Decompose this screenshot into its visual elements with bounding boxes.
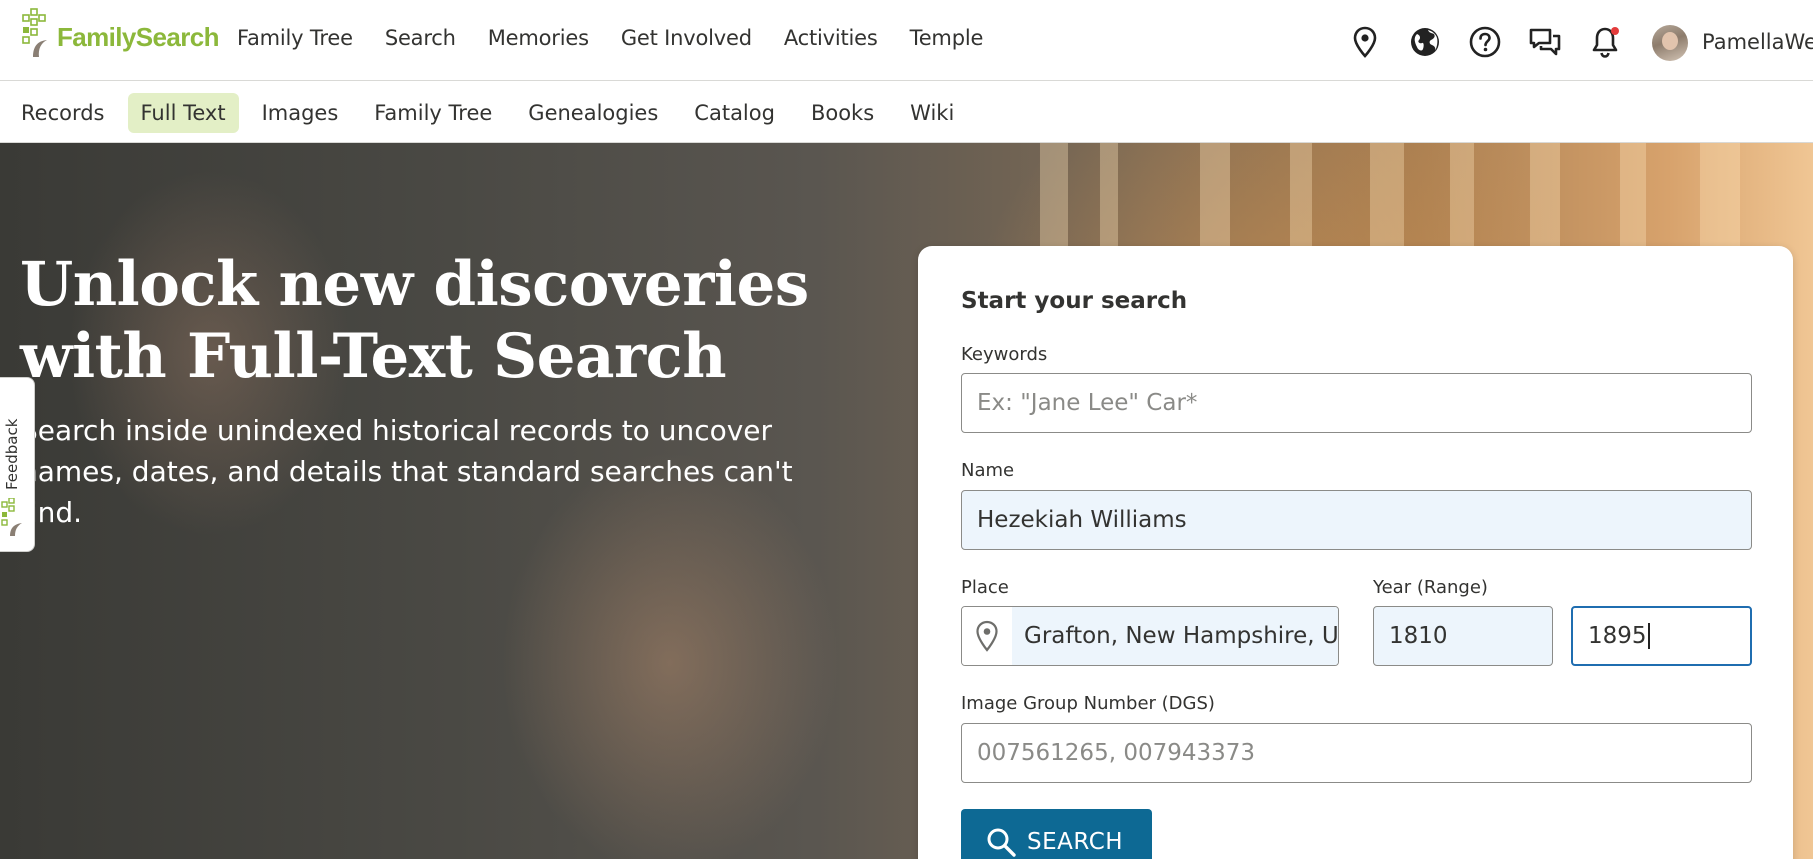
subnav-records[interactable]: Records (8, 93, 118, 133)
subnav-wiki[interactable]: Wiki (897, 93, 967, 133)
avatar[interactable] (1652, 25, 1688, 61)
location-pin-icon[interactable] (1347, 24, 1383, 60)
keywords-input[interactable]: Ex: "Jane Lee" Car* (961, 373, 1752, 433)
top-header: FamilySearch Family Tree Search Memories… (0, 0, 1813, 81)
nav-temple[interactable]: Temple (910, 26, 984, 50)
help-icon[interactable] (1467, 24, 1503, 60)
logo-wordmark: FamilySearch (57, 21, 220, 52)
tree-logo-icon (1, 498, 22, 536)
familysearch-logo[interactable]: FamilySearch (21, 6, 220, 60)
notification-dot (1611, 27, 1619, 35)
place-label: Place (961, 577, 1009, 598)
subnav-genealogies[interactable]: Genealogies (515, 93, 671, 133)
dgs-label: Image Group Number (DGS) (961, 693, 1215, 714)
search-button[interactable]: SEARCH (961, 809, 1152, 859)
subnav-family-tree[interactable]: Family Tree (361, 93, 505, 133)
chat-icon[interactable] (1527, 24, 1563, 60)
subnav-images[interactable]: Images (249, 93, 352, 133)
place-input[interactable]: Grafton, New Hampshire, U (961, 606, 1339, 666)
feedback-tab[interactable]: Feedback (0, 377, 35, 552)
year-range-label: Year (Range) (1373, 577, 1488, 598)
search-button-label: SEARCH (1027, 829, 1124, 855)
username[interactable]: PamellaWe (1702, 30, 1813, 54)
dgs-input[interactable]: 007561265, 007943373 (961, 723, 1752, 783)
search-card: Start your search Keywords Ex: "Jane Lee… (918, 246, 1793, 859)
nav-activities[interactable]: Activities (784, 26, 878, 50)
search-card-title: Start your search (961, 288, 1188, 314)
globe-icon[interactable] (1407, 24, 1443, 60)
subnav-catalog[interactable]: Catalog (681, 93, 788, 133)
name-value: Hezekiah Williams (977, 507, 1187, 533)
nav-search[interactable]: Search (385, 26, 456, 50)
bell-icon[interactable] (1587, 24, 1623, 60)
keywords-label: Keywords (961, 344, 1048, 365)
year-from-input[interactable]: 1810 (1373, 606, 1553, 666)
header-icons (1347, 24, 1647, 60)
name-input[interactable]: Hezekiah Williams (961, 490, 1752, 550)
hero-subtitle: Search inside unindexed historical recor… (20, 414, 793, 529)
year-to-value: 1895 (1588, 623, 1647, 649)
text-caret (1647, 623, 1650, 649)
hero-title: Unlock new discoveries with Full-Text Se… (20, 249, 809, 392)
nav-family-tree[interactable]: Family Tree (237, 26, 353, 50)
hero-banner: Unlock new discoveries with Full-Text Se… (0, 143, 1813, 859)
nav-get-involved[interactable]: Get Involved (621, 26, 752, 50)
subnav-books[interactable]: Books (798, 93, 887, 133)
subnav-full-text[interactable]: Full Text (127, 93, 239, 133)
year-to-input[interactable]: 1895 (1571, 606, 1752, 666)
year-from-value: 1810 (1389, 623, 1448, 649)
main-nav: Family Tree Search Memories Get Involved… (237, 26, 1015, 50)
tree-logo-icon (22, 8, 47, 57)
feedback-label: Feedback (3, 418, 21, 490)
nav-memories[interactable]: Memories (488, 26, 589, 50)
place-value: Grafton, New Hampshire, U (1024, 623, 1338, 649)
location-pin-icon (962, 607, 1012, 665)
search-subnav: Records Full Text Images Family Tree Gen… (0, 82, 1813, 143)
name-label: Name (961, 460, 1015, 481)
keywords-placeholder: Ex: "Jane Lee" Car* (977, 390, 1198, 416)
dgs-placeholder: 007561265, 007943373 (977, 740, 1256, 766)
search-icon (987, 828, 1016, 857)
